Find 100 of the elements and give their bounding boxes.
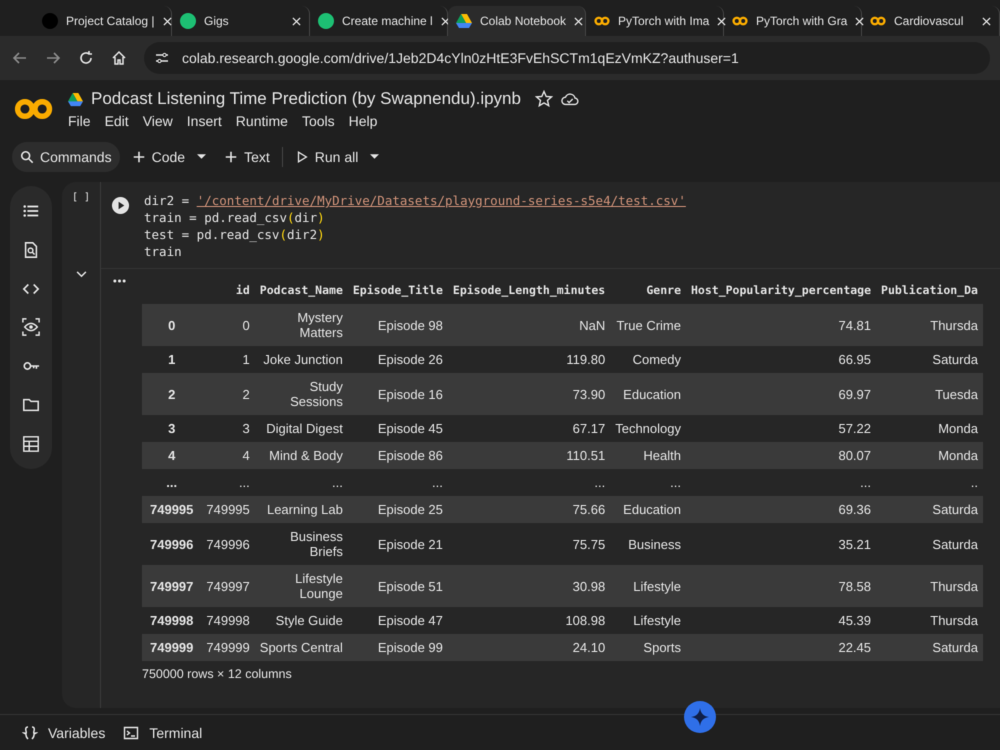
table-cell: Thursda	[930, 318, 978, 332]
chevron-icon[interactable]	[76, 271, 86, 278]
table-cell: Comedy	[632, 352, 681, 367]
column-header: Genre	[610, 275, 686, 304]
table-cell: Episode 21	[378, 536, 443, 552]
table-cell: NaN	[579, 318, 606, 332]
table-cell: Saturda	[932, 352, 978, 367]
menu-item[interactable]: Help	[348, 113, 378, 129]
table-cell: Digital Digest	[266, 421, 343, 436]
run-cell-button[interactable]	[111, 196, 130, 215]
table-cell: Episode 98	[378, 318, 443, 332]
table-cell: 73.90	[572, 386, 606, 402]
search-document-icon[interactable]	[22, 241, 40, 260]
table-cell: True Crime	[616, 318, 681, 332]
caret-icon[interactable]	[197, 154, 206, 160]
table-cell: 35.21	[838, 536, 872, 552]
code-line: test = pd.read_csv(dir2)	[144, 226, 326, 243]
close-icon[interactable]	[292, 16, 301, 26]
site-settings-icon[interactable]	[154, 50, 170, 66]
table-cell: 69.36	[838, 502, 872, 517]
code-line: dir2 = '/content/drive/MyDrive/Datasets/playground-series-s5e4/test.csv'	[144, 192, 686, 209]
table-cell: Thursda	[930, 613, 978, 628]
close-icon[interactable]	[717, 16, 726, 26]
table-cell: Monda	[938, 421, 978, 436]
close-icon[interactable]	[982, 16, 991, 26]
caret-icon[interactable]	[370, 154, 380, 160]
table-cell: Mystery Matters	[297, 310, 343, 340]
table-cell: ...	[238, 475, 250, 490]
row-index: 2	[168, 386, 176, 402]
table-cell: ...	[594, 475, 606, 490]
column-header: Publication_Da	[876, 275, 983, 304]
forward-icon[interactable]	[45, 50, 61, 66]
more-options-icon[interactable]	[113, 279, 126, 283]
run-all-button[interactable]: Run all	[290, 142, 362, 172]
column-header: Host_Popularity_percentage	[686, 275, 876, 304]
table-cell: Episode 25	[378, 502, 443, 517]
close-icon[interactable]	[574, 16, 584, 26]
row-index: 3	[168, 421, 176, 436]
terminal-button[interactable]: Terminal	[123, 724, 202, 740]
add-code-button[interactable]: Code	[128, 142, 190, 172]
column-header: id	[201, 275, 255, 304]
browser-tab[interactable]: Colab Notebook	[448, 6, 586, 36]
table-cell: Lifestyle	[633, 613, 681, 628]
table-cell: 749999	[206, 640, 250, 655]
row-index: 749997	[150, 578, 194, 594]
back-icon[interactable]	[12, 50, 28, 66]
table-icon[interactable]	[22, 434, 40, 453]
menu-item[interactable]: Tools	[302, 113, 335, 129]
table-cell: 66.95	[838, 352, 872, 367]
notebook-title[interactable]: Podcast Listening Time Prediction (by Swapnendu).ipynb	[91, 89, 521, 109]
execution-count: [ ]	[72, 192, 90, 203]
table-summary: 750000 rows × 12 columns	[142, 666, 293, 681]
code-line: train = pd.read_csv(dir)	[144, 209, 326, 226]
menu-item[interactable]: Insert	[186, 113, 222, 129]
home-icon[interactable]	[111, 50, 127, 66]
commands-button[interactable]: Commands	[12, 142, 120, 172]
column-header: Episode_Title	[348, 275, 448, 304]
site-icon	[42, 13, 58, 29]
sparkle-button[interactable]	[684, 701, 716, 733]
table-cell: 57.22	[838, 421, 872, 436]
close-icon[interactable]	[162, 16, 172, 26]
table-cell: 749998	[206, 613, 250, 628]
table-cell: 69.97	[838, 386, 872, 402]
table-cell: 119.80	[566, 352, 606, 367]
row-index: 4	[168, 448, 176, 463]
reload-icon[interactable]	[78, 50, 94, 66]
table-cell: Technology	[615, 421, 681, 436]
table-cell: 0	[242, 318, 250, 332]
menu-item[interactable]: View	[142, 113, 173, 129]
table-cell: 22.45	[838, 640, 872, 655]
drive-icon	[456, 13, 472, 29]
colab-logo-icon[interactable]	[14, 97, 54, 121]
add-text-button[interactable]: Text	[220, 142, 274, 172]
column-header: Episode_Length_minutes	[448, 275, 610, 304]
variables-button[interactable]: Variables	[22, 724, 106, 740]
table-cell: Sports	[643, 640, 681, 655]
table-cell: 1	[242, 352, 250, 367]
close-icon[interactable]	[855, 16, 864, 26]
menu-item[interactable]: Runtime	[236, 113, 288, 129]
table-cell: 749996	[206, 536, 250, 552]
table-cell: 24.10	[572, 640, 606, 655]
close-icon[interactable]	[440, 16, 450, 26]
menu-item[interactable]: Edit	[104, 113, 129, 129]
plus-icon	[132, 150, 146, 164]
row-index: 749996	[150, 536, 194, 552]
table-cell: 74.81	[838, 318, 872, 332]
star-icon[interactable]	[534, 90, 553, 108]
table-cell: Lifestyle	[633, 578, 681, 594]
address-bar[interactable]: colab.research.google.com/drive/1Jeb2D4cYln0zHtE3FvEhSCTm1qEzVmKZ?authuser=1	[144, 42, 990, 74]
table-cell: Saturda	[932, 536, 978, 552]
drive-icon[interactable]	[68, 92, 83, 106]
table-cell: Learning Lab	[266, 502, 343, 517]
row-index: 749999	[150, 640, 194, 655]
table-cell: Monda	[938, 448, 978, 463]
table-cell: 45.39	[838, 613, 872, 628]
menu-item[interactable]: File	[68, 113, 91, 129]
eye-icon[interactable]	[22, 318, 40, 336]
table-cell: Episode 26	[378, 352, 443, 367]
table-cell: 30.98	[572, 578, 606, 594]
table-cell: 749995	[206, 502, 250, 517]
